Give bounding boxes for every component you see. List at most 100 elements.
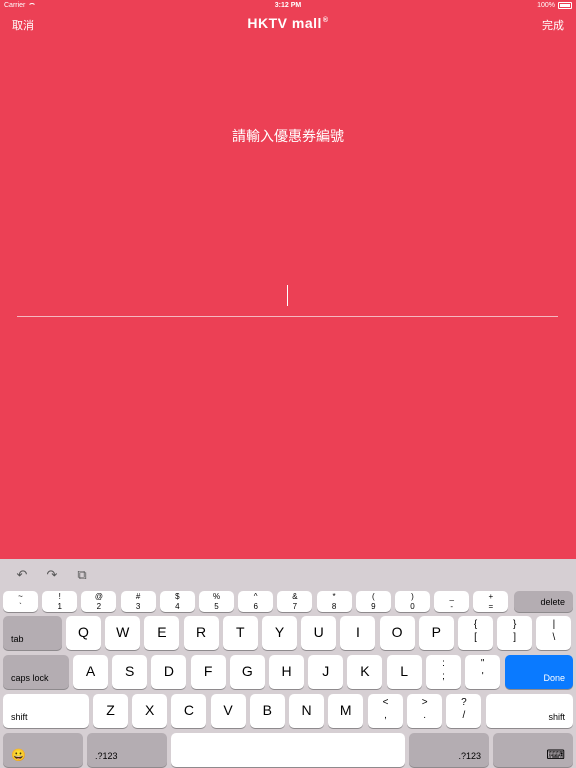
emoji-key[interactable]: 😀 bbox=[3, 733, 83, 767]
key-i[interactable]: I bbox=[340, 616, 376, 650]
key-number-2[interactable]: @2 bbox=[81, 591, 117, 612]
key-symbol-6[interactable]: >. bbox=[407, 694, 443, 728]
logo-mark: ® bbox=[322, 17, 329, 25]
redo-icon[interactable]: ↷ bbox=[44, 567, 60, 582]
key-label: { bbox=[473, 619, 478, 630]
key-label: A bbox=[85, 663, 96, 679]
key-number-7[interactable]: & 7 bbox=[277, 591, 313, 612]
paste-icon[interactable]: ⧉ bbox=[74, 567, 90, 582]
key-label: ! bbox=[58, 592, 61, 601]
key-label: , bbox=[384, 710, 387, 721]
key-label: " bbox=[480, 658, 485, 669]
done-key[interactable]: Done bbox=[505, 655, 573, 689]
key-v[interactable]: V bbox=[210, 694, 246, 728]
key-symbol-2[interactable]: | \ bbox=[536, 616, 572, 650]
key-label: + bbox=[488, 592, 494, 601]
key-label: $ bbox=[175, 592, 180, 601]
key-symbol-3[interactable]: :; bbox=[426, 655, 461, 689]
key-number-6[interactable]: ^ 6 bbox=[238, 591, 274, 612]
key-label: P bbox=[431, 624, 441, 640]
key-symbol-1[interactable]: }] bbox=[497, 616, 533, 650]
key-label: @ bbox=[94, 592, 103, 601]
key-symbol-7[interactable]: ? / bbox=[446, 694, 482, 728]
coupon-prompt: 請輸入優惠券編號 bbox=[232, 128, 344, 144]
key-label: ) bbox=[411, 592, 414, 601]
key-number-12[interactable]: + = bbox=[473, 591, 509, 612]
delete-key[interactable]: delete bbox=[514, 591, 573, 612]
key-n[interactable]: N bbox=[289, 694, 324, 728]
number-switch-key-left[interactable]: .?123 bbox=[87, 733, 167, 767]
keyboard-hide-icon: ⌨ bbox=[546, 747, 565, 762]
key-l[interactable]: L bbox=[386, 655, 422, 689]
key-label: Done bbox=[543, 673, 565, 683]
key-x[interactable]: X bbox=[132, 694, 168, 728]
key-r[interactable]: R bbox=[183, 616, 219, 650]
key-label: [ bbox=[474, 632, 477, 643]
key-q[interactable]: Q bbox=[66, 616, 101, 650]
key-label: K bbox=[360, 663, 370, 679]
caps-lock-key[interactable]: caps lock bbox=[3, 655, 69, 689]
key-y[interactable]: Y bbox=[262, 616, 297, 650]
tab-key[interactable]: tab bbox=[3, 616, 62, 650]
key-label: 3 bbox=[135, 602, 141, 611]
key-label: Y bbox=[274, 624, 285, 640]
key-label: tab bbox=[11, 634, 24, 644]
key-label: : bbox=[442, 658, 445, 669]
key-e[interactable]: E bbox=[144, 616, 180, 650]
done-button[interactable]: 完成 bbox=[542, 17, 564, 33]
right-shift-key[interactable]: shift bbox=[486, 694, 573, 728]
space-bar[interactable] bbox=[171, 733, 405, 767]
key-g[interactable]: G bbox=[229, 655, 265, 689]
logo-text: HKTV mall bbox=[247, 15, 322, 31]
key-c[interactable]: C bbox=[171, 694, 207, 728]
key-label: ] bbox=[513, 632, 517, 643]
clock: 3:12 PM bbox=[274, 2, 302, 9]
key-u[interactable]: U bbox=[301, 616, 337, 650]
key-label: 9 bbox=[371, 602, 376, 611]
key-h[interactable]: H bbox=[269, 655, 304, 689]
key-j[interactable]: J bbox=[308, 655, 344, 689]
key-label: .?123 bbox=[458, 751, 481, 761]
key-label: 7 bbox=[292, 602, 298, 611]
key-d[interactable]: D bbox=[151, 655, 187, 689]
hide-keyboard-key[interactable]: ⌨ bbox=[493, 733, 573, 767]
number-switch-key-right[interactable]: .?123 bbox=[409, 733, 489, 767]
key-b[interactable]: B bbox=[249, 694, 285, 728]
key-label: shift bbox=[548, 712, 565, 722]
key-number-3[interactable]: #3 bbox=[120, 591, 156, 612]
key-z[interactable]: Z bbox=[93, 694, 128, 728]
key-label: M bbox=[339, 702, 352, 718]
key-number-10[interactable]: ) 0 bbox=[395, 591, 430, 612]
key-label: 4 bbox=[175, 602, 180, 611]
key-label: delete bbox=[540, 597, 565, 607]
key-w[interactable]: W bbox=[105, 616, 141, 650]
key-number-8[interactable]: * 8 bbox=[316, 591, 352, 612]
key-number-4[interactable]: $4 bbox=[159, 591, 195, 612]
key-number-9[interactable]: (9 bbox=[355, 591, 391, 612]
key-label: ~ bbox=[18, 592, 23, 601]
key-symbol-0[interactable]: {[ bbox=[458, 616, 493, 650]
key-a[interactable]: A bbox=[73, 655, 108, 689]
coupon-input-underline[interactable] bbox=[17, 316, 558, 317]
key-f[interactable]: F bbox=[190, 655, 226, 689]
key-label: W bbox=[116, 624, 130, 640]
text-cursor bbox=[287, 285, 288, 306]
key-p[interactable]: P bbox=[418, 616, 454, 650]
key-symbol-5[interactable]: <, bbox=[368, 694, 403, 728]
key-t[interactable]: T bbox=[222, 616, 258, 650]
key-number-11[interactable]: _ - bbox=[434, 591, 470, 612]
key-number-5[interactable]: % 5 bbox=[199, 591, 234, 612]
key-m[interactable]: M bbox=[328, 694, 364, 728]
key-label: / bbox=[462, 710, 466, 721]
key-number-1[interactable]: ! 1 bbox=[42, 591, 78, 612]
key-label: E bbox=[157, 624, 167, 640]
key-k[interactable]: K bbox=[347, 655, 383, 689]
key-o[interactable]: O bbox=[379, 616, 415, 650]
key-s[interactable]: S bbox=[112, 655, 148, 689]
key-symbol-4[interactable]: " ' bbox=[465, 655, 501, 689]
key-number-0[interactable]: ~ ` bbox=[3, 591, 38, 612]
left-shift-key[interactable]: shift bbox=[3, 694, 89, 728]
undo-icon[interactable]: ↶ bbox=[14, 567, 30, 582]
key-label: 0 bbox=[410, 602, 415, 611]
keyboard: ↶ ↷ ⧉ ~ `! 1 @2 #3 $4% 5 ^ 6 & 7 * 8(9) 0 _ - + = delete ta… bbox=[0, 559, 576, 768]
